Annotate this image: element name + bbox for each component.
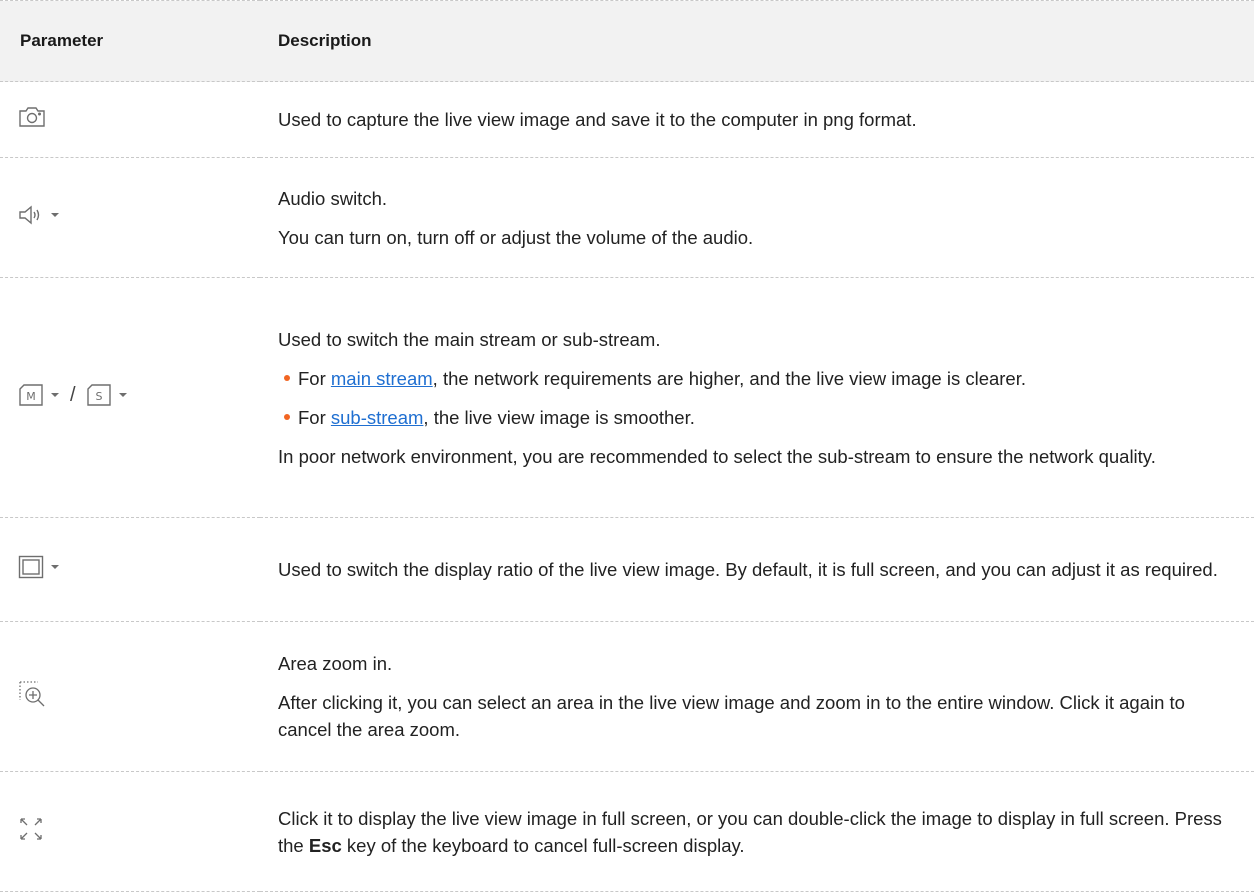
svg-text:S: S bbox=[95, 390, 102, 403]
display-ratio-icon bbox=[18, 555, 60, 579]
parameter-cell bbox=[0, 81, 260, 158]
description-cell: Used to capture the live view image and … bbox=[260, 81, 1254, 158]
bullet-dot bbox=[284, 413, 290, 420]
fullscreen-icon bbox=[18, 816, 44, 842]
description-text: Used to switch the display ratio of the … bbox=[278, 559, 1218, 580]
parameter-table: Parameter Description Used to capture th… bbox=[0, 0, 1254, 892]
table-row: Audio switch. You can turn on, turn off … bbox=[0, 157, 1254, 278]
description-text: Click it to display the live view image … bbox=[278, 807, 1222, 856]
parameter-cell: M / S bbox=[0, 277, 260, 518]
parameter-cell bbox=[0, 621, 260, 772]
table-row: Area zoom in. After clicking it, you can… bbox=[0, 621, 1254, 772]
description-text: In poor network environment, you are rec… bbox=[278, 445, 1156, 467]
description-text: Audio switch. bbox=[278, 187, 387, 209]
description-text: Area zoom in. bbox=[278, 653, 393, 674]
table-row: Used to capture the live view image and … bbox=[0, 81, 1254, 158]
main-stream-link[interactable]: main stream bbox=[331, 368, 433, 389]
bullet-dot bbox=[284, 374, 290, 381]
description-text: Used to switch the main stream or sub-st… bbox=[278, 328, 661, 350]
chevron-down-icon bbox=[51, 213, 59, 217]
header-description: Description bbox=[260, 0, 1254, 82]
speaker-icon bbox=[18, 204, 60, 226]
description-cell: Used to switch the main stream or sub-st… bbox=[260, 277, 1254, 518]
esc-key-label: Esc bbox=[308, 834, 342, 856]
table-row: Click it to display the live view image … bbox=[0, 771, 1254, 892]
chevron-down-icon bbox=[118, 393, 127, 397]
stream-icons: M / S bbox=[18, 383, 128, 407]
description-text: You can turn on, turn off or adjust the … bbox=[278, 226, 754, 248]
table-row: Used to switch the display ratio of the … bbox=[0, 517, 1254, 622]
icon-separator: / bbox=[70, 383, 76, 406]
sub-stream-link[interactable]: sub-stream bbox=[331, 407, 424, 428]
description-cell: Click it to display the live view image … bbox=[260, 771, 1254, 892]
table-row: M / S Used to switch the main stream or … bbox=[0, 277, 1254, 518]
description-cell: Audio switch. You can turn on, turn off … bbox=[260, 157, 1254, 278]
bullet-item: For main stream, the network requirement… bbox=[278, 365, 1242, 392]
area-zoom-icon bbox=[18, 680, 46, 708]
camera-icon bbox=[18, 105, 46, 129]
main-stream-icon: M bbox=[19, 384, 43, 406]
svg-text:M: M bbox=[26, 390, 36, 403]
description-text: After clicking it, you can select an are… bbox=[278, 692, 1185, 740]
parameter-cell bbox=[0, 771, 260, 892]
bullet-item: For sub-stream, the live view image is s… bbox=[278, 404, 1242, 431]
header-parameter: Parameter bbox=[0, 0, 260, 82]
parameter-cell bbox=[0, 517, 260, 622]
description-cell: Used to switch the display ratio of the … bbox=[260, 517, 1254, 622]
table-header-row: Parameter Description bbox=[0, 0, 1254, 82]
description-cell: Area zoom in. After clicking it, you can… bbox=[260, 621, 1254, 772]
parameter-cell bbox=[0, 157, 260, 278]
chevron-down-icon bbox=[51, 393, 59, 397]
sub-stream-icon: S bbox=[86, 384, 111, 406]
description-text: Used to capture the live view image and … bbox=[278, 109, 917, 130]
chevron-down-icon bbox=[51, 565, 59, 569]
